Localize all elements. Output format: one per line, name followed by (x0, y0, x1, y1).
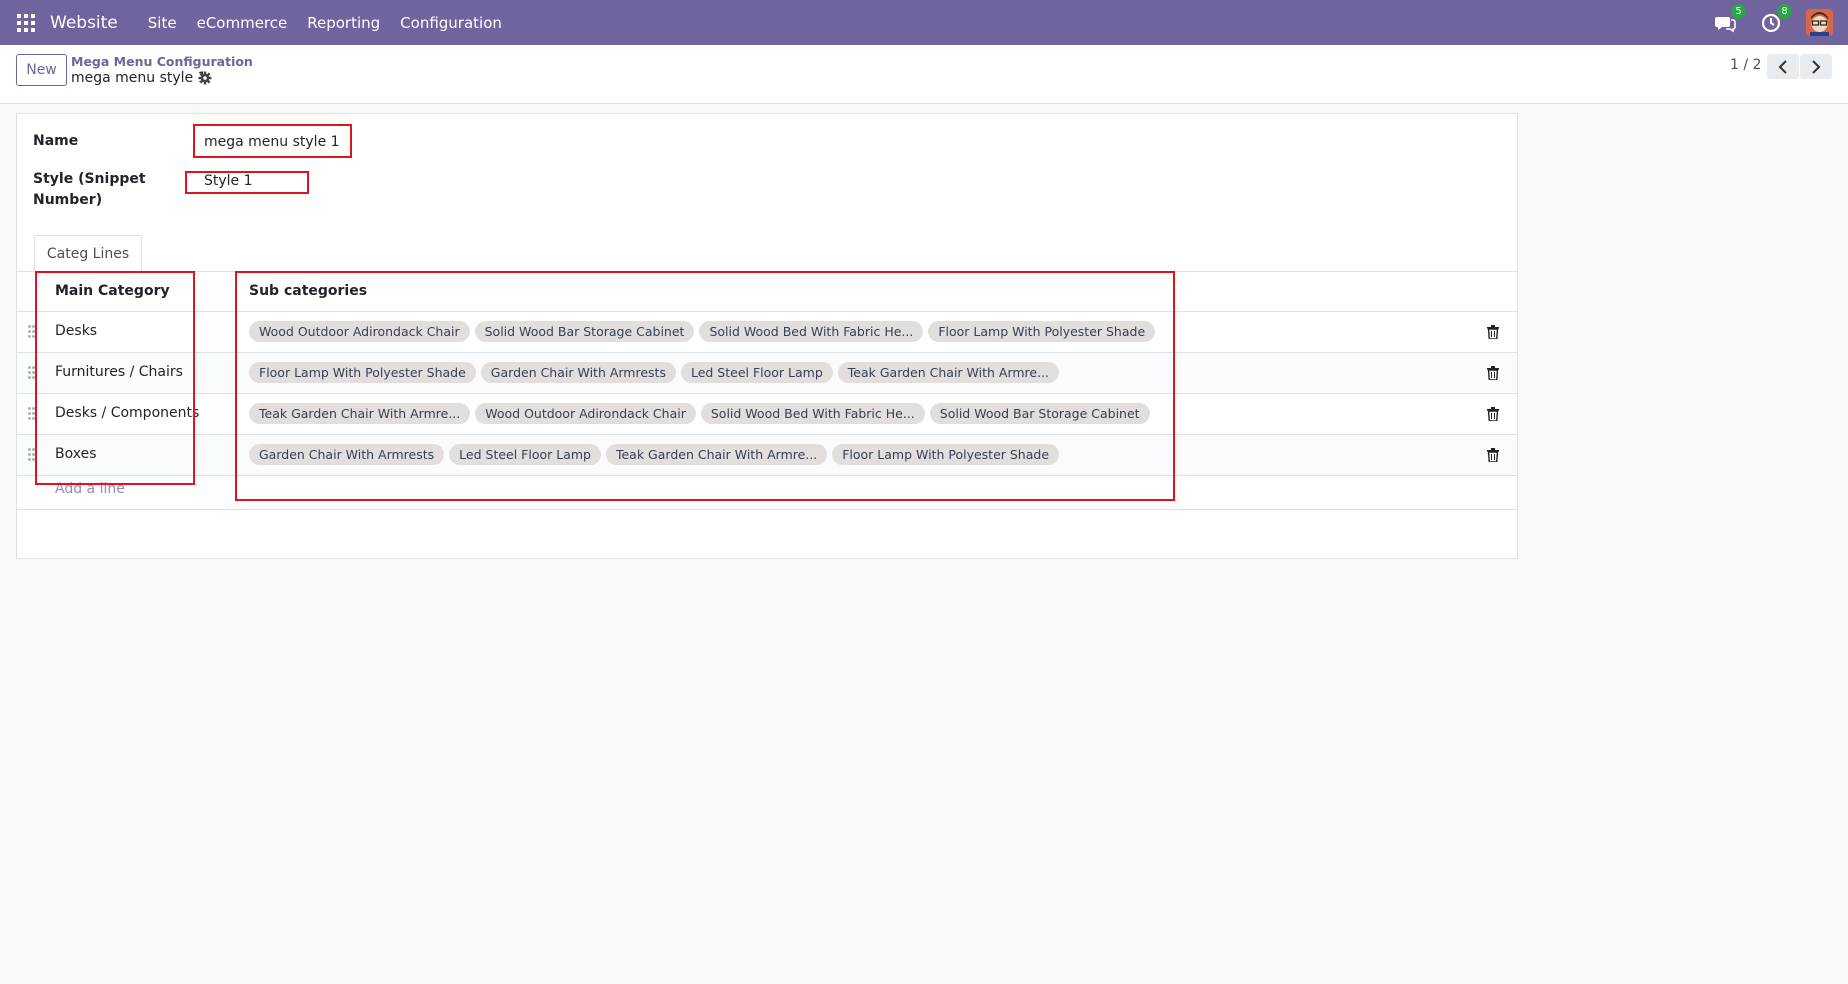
sub-category-tag[interactable]: Solid Wood Bed With Fabric He... (700, 403, 925, 424)
activities-button[interactable]: 8 (1760, 3, 1792, 34)
drag-handle-icon[interactable] (28, 448, 36, 464)
sub-category-tag[interactable]: Led Steel Floor Lamp (680, 362, 833, 383)
messages-button[interactable]: 5 (1714, 3, 1746, 34)
sub-category-tag[interactable]: Teak Garden Chair With Armre... (249, 403, 471, 424)
sub-category-tag[interactable]: Solid Wood Bar Storage Cabinet (929, 403, 1150, 424)
main-category-cell[interactable]: Desks / Components (55, 405, 199, 421)
menu-configuration[interactable]: Configuration (400, 14, 502, 32)
form-sheet: Name mega menu style 1 Style (Snippet Nu… (16, 113, 1518, 559)
name-field[interactable]: mega menu style 1 (204, 134, 340, 150)
style-label-line2: Number) (33, 192, 103, 208)
drag-handle-icon[interactable] (28, 325, 36, 341)
trash-icon[interactable] (1487, 325, 1499, 339)
pager-previous-button[interactable] (1767, 54, 1799, 79)
sub-category-tag[interactable]: Solid Wood Bar Storage Cabinet (474, 321, 695, 342)
activities-badge: 8 (1777, 3, 1792, 19)
style-field[interactable]: Style 1 (204, 173, 253, 189)
sub-category-tag[interactable]: Garden Chair With Armrests (480, 362, 676, 383)
sub-category-tag[interactable]: Led Steel Floor Lamp (449, 444, 601, 465)
sub-category-tag[interactable]: Garden Chair With Armrests (249, 444, 445, 465)
sub-category-tag[interactable]: Wood Outdoor Adirondack Chair (475, 403, 696, 424)
new-button[interactable]: New (16, 54, 67, 86)
trash-icon[interactable] (1487, 448, 1499, 462)
menu-ecommerce[interactable]: eCommerce (197, 14, 288, 32)
drag-handle-icon[interactable] (28, 407, 36, 423)
column-main-category[interactable]: Main Category (55, 283, 170, 299)
main-category-cell[interactable]: Desks (55, 323, 97, 339)
control-panel: New Mega Menu Configuration mega menu st… (0, 45, 1848, 104)
record-title: mega menu style 1 (71, 70, 207, 86)
trash-icon[interactable] (1487, 366, 1499, 380)
sub-category-tag[interactable]: Floor Lamp With Polyester Shade (832, 444, 1060, 465)
name-label: Name (33, 133, 79, 149)
table-row[interactable]: Desks Wood Outdoor Adirondack Chair Soli… (17, 312, 1517, 353)
table-row[interactable]: Boxes Garden Chair With Armrests Led Ste… (17, 435, 1517, 476)
style-label-line1: Style (Snippet (33, 171, 146, 187)
column-sub-categories[interactable]: Sub categories (249, 283, 367, 299)
avatar[interactable] (1806, 9, 1833, 36)
menu-site[interactable]: Site (148, 14, 177, 32)
drag-handle-icon[interactable] (28, 366, 36, 382)
sub-category-tag[interactable]: Teak Garden Chair With Armre... (605, 444, 828, 465)
main-category-cell[interactable]: Boxes (55, 446, 97, 462)
breadcrumb-mega-menu-configuration[interactable]: Mega Menu Configuration (71, 54, 253, 69)
list-header: Main Category Sub categories (17, 272, 1517, 312)
table-row[interactable]: Furnitures / Chairs Floor Lamp With Poly… (17, 353, 1517, 394)
sub-category-tag[interactable]: Solid Wood Bed With Fabric He... (699, 321, 924, 342)
trash-icon[interactable] (1487, 407, 1499, 421)
chevron-left-icon (1778, 59, 1787, 74)
messages-badge: 5 (1731, 3, 1746, 19)
sub-category-tag[interactable]: Wood Outdoor Adirondack Chair (249, 321, 470, 342)
sub-category-tag[interactable]: Floor Lamp With Polyester Shade (928, 321, 1156, 342)
pager-next-button[interactable] (1800, 54, 1832, 79)
pager-value[interactable]: 1 / 2 (1730, 57, 1761, 73)
main-category-cell[interactable]: Furnitures / Chairs (55, 364, 183, 380)
gear-icon[interactable] (198, 71, 212, 85)
chevron-right-icon (1812, 59, 1821, 74)
add-line-row (17, 471, 1517, 510)
table-row[interactable]: Desks / Components Teak Garden Chair Wit… (17, 394, 1517, 435)
tab-categ-lines[interactable]: Categ Lines (34, 235, 142, 272)
apps-menu-icon[interactable] (17, 13, 35, 32)
menu-reporting[interactable]: Reporting (307, 14, 380, 32)
sub-category-tag[interactable]: Floor Lamp With Polyester Shade (249, 362, 476, 383)
add-a-line-button[interactable]: Add a line (55, 481, 125, 497)
top-navbar: Website Site eCommerce Reporting Configu… (0, 0, 1848, 45)
sub-category-tag[interactable]: Teak Garden Chair With Armre... (837, 362, 1060, 383)
app-brand[interactable]: Website (50, 13, 118, 33)
